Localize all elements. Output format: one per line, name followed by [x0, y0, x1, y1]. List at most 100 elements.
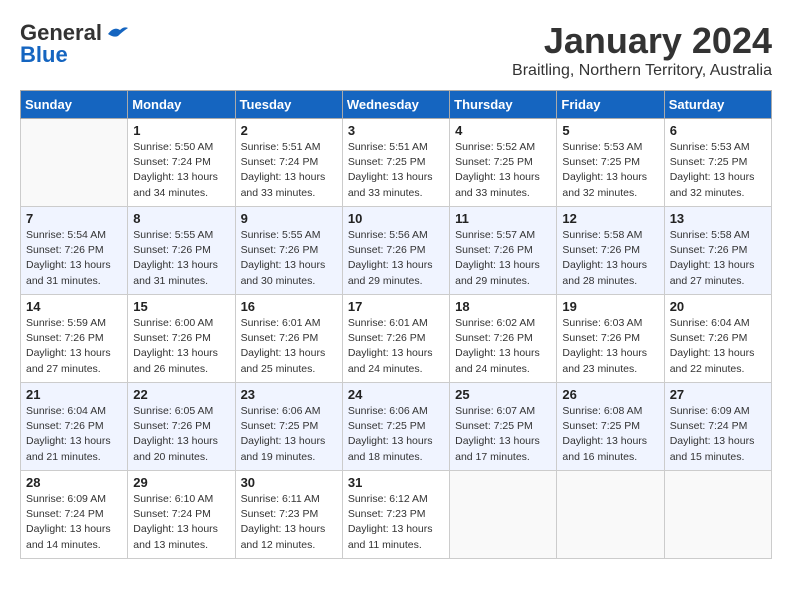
day-info: Sunrise: 6:01 AMSunset: 7:26 PMDaylight:…: [348, 316, 444, 377]
day-info: Sunrise: 6:12 AMSunset: 7:23 PMDaylight:…: [348, 492, 444, 553]
day-info: Sunrise: 6:08 AMSunset: 7:25 PMDaylight:…: [562, 404, 658, 465]
calendar-day-cell: 22 Sunrise: 6:05 AMSunset: 7:26 PMDayligh…: [128, 383, 235, 471]
calendar-day-cell: 20 Sunrise: 6:04 AMSunset: 7:26 PMDayligh…: [664, 295, 771, 383]
day-info: Sunrise: 6:11 AMSunset: 7:23 PMDaylight:…: [241, 492, 337, 553]
calendar-day-cell: 5 Sunrise: 5:53 AMSunset: 7:25 PMDaylight…: [557, 119, 664, 207]
day-info: Sunrise: 5:55 AMSunset: 7:26 PMDaylight:…: [133, 228, 229, 289]
calendar-day-cell: 31 Sunrise: 6:12 AMSunset: 7:23 PMDayligh…: [342, 471, 449, 559]
day-number: 30: [241, 475, 337, 490]
day-number: 5: [562, 123, 658, 138]
day-number: 17: [348, 299, 444, 314]
calendar-day-cell: 15Sunrise: 6:00 AMSunset: 7:26 PMDayligh…: [128, 295, 235, 383]
day-info: Sunrise: 5:53 AMSunset: 7:25 PMDaylight:…: [562, 140, 658, 201]
day-number: 12: [562, 211, 658, 226]
calendar-day-cell: 24 Sunrise: 6:06 AMSunset: 7:25 PMDayligh…: [342, 383, 449, 471]
month-title: January 2024: [512, 20, 772, 62]
calendar-day-cell: [664, 471, 771, 559]
day-number: 15: [133, 299, 229, 314]
day-info: Sunrise: 5:58 AMSunset: 7:26 PMDaylight:…: [562, 228, 658, 289]
title-section: January 2024 Braitling, Northern Territo…: [512, 20, 772, 80]
calendar-header-row: SundayMondayTuesdayWednesdayThursdayFrid…: [21, 91, 772, 119]
day-number: 16: [241, 299, 337, 314]
calendar-table: SundayMondayTuesdayWednesdayThursdayFrid…: [20, 90, 772, 559]
weekday-header-sunday: Sunday: [21, 91, 128, 119]
day-number: 25: [455, 387, 551, 402]
calendar-day-cell: 17 Sunrise: 6:01 AMSunset: 7:26 PMDayligh…: [342, 295, 449, 383]
day-info: Sunrise: 5:51 AMSunset: 7:25 PMDaylight:…: [348, 140, 444, 201]
day-number: 20: [670, 299, 766, 314]
logo-blue-text: Blue: [20, 42, 68, 68]
calendar-week-row: 28Sunrise: 6:09 AMSunset: 7:24 PMDayligh…: [21, 471, 772, 559]
weekday-header-friday: Friday: [557, 91, 664, 119]
day-info: Sunrise: 6:06 AMSunset: 7:25 PMDaylight:…: [241, 404, 337, 465]
day-number: 23: [241, 387, 337, 402]
day-info: Sunrise: 6:09 AMSunset: 7:24 PMDaylight:…: [670, 404, 766, 465]
day-number: 8: [133, 211, 229, 226]
day-info: Sunrise: 6:07 AMSunset: 7:25 PMDaylight:…: [455, 404, 551, 465]
calendar-day-cell: 14 Sunrise: 5:59 AMSunset: 7:26 PMDayligh…: [21, 295, 128, 383]
calendar-day-cell: 16Sunrise: 6:01 AMSunset: 7:26 PMDayligh…: [235, 295, 342, 383]
day-number: 14: [26, 299, 122, 314]
calendar-day-cell: [557, 471, 664, 559]
day-number: 29: [133, 475, 229, 490]
day-info: Sunrise: 6:04 AMSunset: 7:26 PMDaylight:…: [670, 316, 766, 377]
day-number: 24: [348, 387, 444, 402]
day-info: Sunrise: 6:06 AMSunset: 7:25 PMDaylight:…: [348, 404, 444, 465]
calendar-day-cell: 11 Sunrise: 5:57 AMSunset: 7:26 PMDayligh…: [450, 207, 557, 295]
calendar-day-cell: 30 Sunrise: 6:11 AMSunset: 7:23 PMDayligh…: [235, 471, 342, 559]
day-info: Sunrise: 5:54 AMSunset: 7:26 PMDaylight:…: [26, 228, 122, 289]
day-number: 10: [348, 211, 444, 226]
day-number: 11: [455, 211, 551, 226]
calendar-day-cell: [450, 471, 557, 559]
calendar-day-cell: 29 Sunrise: 6:10 AMSunset: 7:24 PMDayligh…: [128, 471, 235, 559]
day-number: 1: [133, 123, 229, 138]
day-number: 22: [133, 387, 229, 402]
calendar-day-cell: 18Sunrise: 6:02 AMSunset: 7:26 PMDayligh…: [450, 295, 557, 383]
calendar-week-row: 14 Sunrise: 5:59 AMSunset: 7:26 PMDayligh…: [21, 295, 772, 383]
location-subtitle: Braitling, Northern Territory, Australia: [512, 62, 772, 80]
day-number: 2: [241, 123, 337, 138]
calendar-day-cell: 25 Sunrise: 6:07 AMSunset: 7:25 PMDayligh…: [450, 383, 557, 471]
calendar-day-cell: 6Sunrise: 5:53 AMSunset: 7:25 PMDaylight…: [664, 119, 771, 207]
calendar-day-cell: 2 Sunrise: 5:51 AMSunset: 7:24 PMDaylight…: [235, 119, 342, 207]
day-info: Sunrise: 6:04 AMSunset: 7:26 PMDaylight:…: [26, 404, 122, 465]
day-number: 7: [26, 211, 122, 226]
day-info: Sunrise: 5:53 AMSunset: 7:25 PMDaylight:…: [670, 140, 766, 201]
calendar-day-cell: 1Sunrise: 5:50 AMSunset: 7:24 PMDaylight…: [128, 119, 235, 207]
calendar-day-cell: 3Sunrise: 5:51 AMSunset: 7:25 PMDaylight…: [342, 119, 449, 207]
weekday-header-thursday: Thursday: [450, 91, 557, 119]
day-info: Sunrise: 6:03 AMSunset: 7:26 PMDaylight:…: [562, 316, 658, 377]
day-info: Sunrise: 6:05 AMSunset: 7:26 PMDaylight:…: [133, 404, 229, 465]
day-info: Sunrise: 5:55 AMSunset: 7:26 PMDaylight:…: [241, 228, 337, 289]
day-info: Sunrise: 5:56 AMSunset: 7:26 PMDaylight:…: [348, 228, 444, 289]
day-info: Sunrise: 5:57 AMSunset: 7:26 PMDaylight:…: [455, 228, 551, 289]
calendar-day-cell: 27 Sunrise: 6:09 AMSunset: 7:24 PMDayligh…: [664, 383, 771, 471]
calendar-day-cell: 4 Sunrise: 5:52 AMSunset: 7:25 PMDaylight…: [450, 119, 557, 207]
day-info: Sunrise: 5:58 AMSunset: 7:26 PMDaylight:…: [670, 228, 766, 289]
day-info: Sunrise: 5:59 AMSunset: 7:26 PMDaylight:…: [26, 316, 122, 377]
day-number: 26: [562, 387, 658, 402]
weekday-header-tuesday: Tuesday: [235, 91, 342, 119]
calendar-day-cell: 23 Sunrise: 6:06 AMSunset: 7:25 PMDayligh…: [235, 383, 342, 471]
day-number: 9: [241, 211, 337, 226]
day-info: Sunrise: 6:09 AMSunset: 7:24 PMDaylight:…: [26, 492, 122, 553]
day-number: 19: [562, 299, 658, 314]
logo-bird-icon: [106, 24, 130, 42]
day-info: Sunrise: 6:10 AMSunset: 7:24 PMDaylight:…: [133, 492, 229, 553]
calendar-day-cell: 10 Sunrise: 5:56 AMSunset: 7:26 PMDayligh…: [342, 207, 449, 295]
calendar-day-cell: 19 Sunrise: 6:03 AMSunset: 7:26 PMDayligh…: [557, 295, 664, 383]
day-number: 13: [670, 211, 766, 226]
day-number: 4: [455, 123, 551, 138]
day-info: Sunrise: 5:51 AMSunset: 7:24 PMDaylight:…: [241, 140, 337, 201]
weekday-header-wednesday: Wednesday: [342, 91, 449, 119]
day-number: 27: [670, 387, 766, 402]
calendar-day-cell: 9 Sunrise: 5:55 AMSunset: 7:26 PMDaylight…: [235, 207, 342, 295]
calendar-week-row: 7 Sunrise: 5:54 AMSunset: 7:26 PMDaylight…: [21, 207, 772, 295]
day-number: 31: [348, 475, 444, 490]
logo: General Blue: [20, 20, 130, 68]
day-info: Sunrise: 5:52 AMSunset: 7:25 PMDaylight:…: [455, 140, 551, 201]
calendar-day-cell: 28Sunrise: 6:09 AMSunset: 7:24 PMDayligh…: [21, 471, 128, 559]
calendar-week-row: 1Sunrise: 5:50 AMSunset: 7:24 PMDaylight…: [21, 119, 772, 207]
calendar-day-cell: 21Sunrise: 6:04 AMSunset: 7:26 PMDayligh…: [21, 383, 128, 471]
calendar-day-cell: 13 Sunrise: 5:58 AMSunset: 7:26 PMDayligh…: [664, 207, 771, 295]
